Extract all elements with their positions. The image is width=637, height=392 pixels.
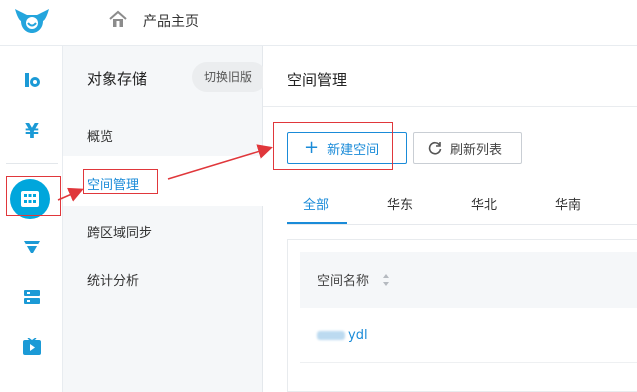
annotation-box-button — [273, 122, 393, 170]
brand-logo-icon[interactable] — [13, 6, 51, 36]
sidebar-item-brand[interactable] — [17, 65, 47, 95]
nav-item-statistics[interactable]: 统计分析 — [87, 270, 139, 289]
tab-north-china[interactable]: 华北 — [471, 194, 497, 213]
home-icon[interactable] — [108, 9, 128, 29]
tab-east-china[interactable]: 华东 — [387, 194, 413, 213]
object-storage-nav: 对象存储 概览 空间管理 跨区域同步 统计分析 — [63, 46, 263, 392]
main-title: 空间管理 — [287, 71, 348, 89]
yen-icon: ¥ — [25, 119, 39, 143]
column-header-name[interactable]: 空间名称 — [317, 270, 369, 289]
nav-item-overview[interactable]: 概览 — [87, 126, 113, 145]
page-title[interactable]: 产品主页 — [143, 11, 199, 31]
product-sidebar: ¥ — [0, 46, 63, 392]
sidebar-item-billing[interactable]: ¥ — [17, 116, 47, 146]
switch-old-version-button[interactable]: 切换旧版 — [192, 62, 267, 92]
nav-item-cross-region-sync[interactable]: 跨区域同步 — [87, 222, 152, 241]
bucket-table: 空间名称 ydl — [287, 239, 637, 392]
server-icon — [24, 290, 40, 304]
funnel-icon — [24, 241, 40, 253]
table-header: 空间名称 — [300, 252, 637, 308]
top-header: 产品主页 — [0, 0, 637, 46]
sidebar-item-video[interactable] — [17, 332, 47, 362]
redacted-text — [317, 331, 345, 340]
bucket-name-link[interactable]: ydl — [317, 328, 368, 343]
bucket-name-suffix: ydl — [348, 328, 368, 343]
main-content: 空间管理 + 新建空间 刷新列表 全部 华东 华北 华南 空间名称 ydl — [263, 46, 637, 392]
annotation-box-nav — [83, 169, 158, 194]
active-tab-indicator — [287, 222, 347, 224]
sidebar-item-cdn[interactable] — [17, 232, 47, 262]
title-divider — [263, 106, 637, 107]
nav-title: 对象存储 — [87, 70, 148, 88]
video-play-icon — [23, 338, 41, 355]
refresh-icon — [428, 141, 442, 155]
sort-icon[interactable] — [382, 273, 390, 287]
sidebar-item-host[interactable] — [17, 282, 47, 312]
refresh-list-button[interactable]: 刷新列表 — [413, 132, 522, 164]
refresh-list-label: 刷新列表 — [450, 142, 503, 158]
tab-all[interactable]: 全部 — [303, 194, 329, 213]
region-tabs: 全部 华东 华北 华南 — [287, 191, 637, 225]
annotation-box-sidebar — [6, 176, 61, 216]
sidebar-divider — [6, 163, 58, 164]
tab-south-china[interactable]: 华南 — [555, 194, 581, 213]
row-divider — [300, 362, 637, 363]
brand-r-icon — [25, 73, 40, 87]
